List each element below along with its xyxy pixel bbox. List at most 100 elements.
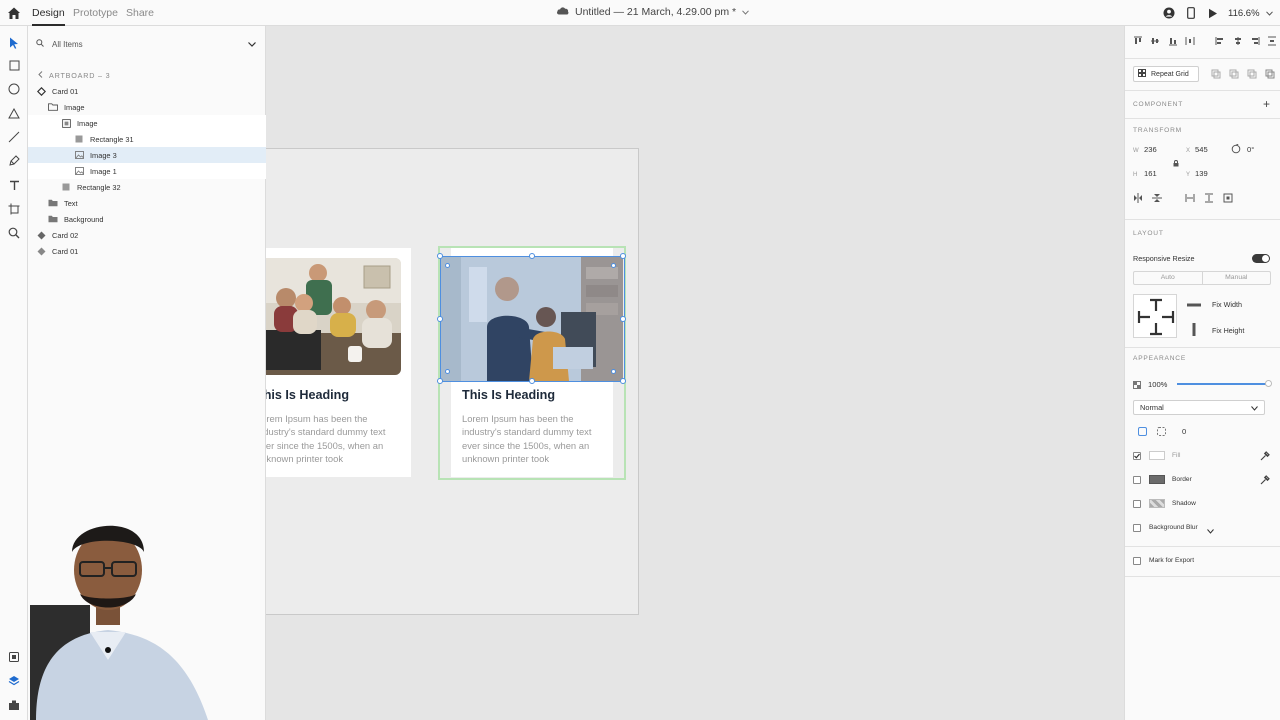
- breadcrumb[interactable]: ARTBOARD – 3: [38, 71, 110, 80]
- fix-height-label[interactable]: Fix Height: [1212, 326, 1244, 335]
- card-2-heading[interactable]: This Is Heading: [462, 388, 555, 402]
- card-1-heading[interactable]: This Is Heading: [266, 388, 349, 402]
- corner-radius-handle[interactable]: [611, 369, 616, 374]
- single-radius-icon[interactable]: [1138, 427, 1147, 439]
- resize-handle[interactable]: [529, 253, 535, 259]
- layer-item[interactable]: Image 1: [28, 163, 266, 179]
- boolean-exclude-icon[interactable]: [1265, 69, 1275, 79]
- corner-radius-handle[interactable]: [445, 369, 450, 374]
- chevron-left-icon[interactable]: [38, 71, 43, 80]
- plugins-icon[interactable]: [6, 697, 22, 713]
- card-1[interactable]: This Is Heading Lorem Ipsum has been the…: [266, 248, 411, 477]
- align-right-icon[interactable]: [1250, 36, 1260, 48]
- resize-auto-option[interactable]: Auto: [1134, 272, 1203, 284]
- opacity-slider[interactable]: [1177, 380, 1272, 387]
- text-tool-icon[interactable]: [6, 177, 22, 193]
- card-2-body[interactable]: Lorem Ipsum has been the industry's stan…: [462, 412, 610, 466]
- polygon-tool-icon[interactable]: [6, 105, 22, 121]
- fit-width-icon[interactable]: [1185, 193, 1195, 203]
- width-input[interactable]: 236: [1144, 145, 1157, 154]
- layers-icon[interactable]: [6, 673, 22, 689]
- chevron-down-icon[interactable]: [742, 6, 749, 18]
- layer-item-selected[interactable]: Image 3: [28, 147, 266, 163]
- layer-item[interactable]: Rectangle 31: [28, 131, 266, 147]
- layer-item[interactable]: Image: [28, 115, 266, 131]
- background-blur-checkbox[interactable]: [1133, 524, 1141, 532]
- resize-manual-option[interactable]: Manual: [1203, 272, 1271, 284]
- play-icon[interactable]: [1202, 0, 1224, 26]
- align-middle-icon[interactable]: [1150, 36, 1160, 48]
- boolean-subtract-icon[interactable]: [1229, 69, 1239, 79]
- fix-height-icon[interactable]: [1192, 323, 1196, 339]
- resize-handle[interactable]: [620, 253, 626, 259]
- layer-item[interactable]: Card 02: [28, 227, 266, 243]
- eyedropper-icon[interactable]: [1260, 475, 1270, 485]
- shadow-checkbox[interactable]: [1133, 500, 1141, 508]
- fill-checkbox[interactable]: [1133, 452, 1141, 460]
- corner-radius-handle[interactable]: [445, 263, 450, 268]
- zoom-tool-icon[interactable]: [6, 225, 22, 241]
- corner-radius-input[interactable]: 0: [1182, 427, 1186, 436]
- fix-width-icon[interactable]: [1187, 299, 1201, 311]
- corner-radius-handle[interactable]: [611, 263, 616, 268]
- border-checkbox[interactable]: [1133, 476, 1141, 484]
- fit-both-icon[interactable]: [1223, 193, 1233, 203]
- resize-handle[interactable]: [529, 378, 535, 384]
- tab-share[interactable]: Share: [126, 7, 154, 19]
- layer-item[interactable]: Background: [28, 211, 266, 227]
- layer-item[interactable]: Text: [28, 195, 266, 211]
- home-icon[interactable]: [6, 5, 22, 21]
- boolean-add-icon[interactable]: [1211, 69, 1221, 79]
- fill-color-swatch[interactable]: [1149, 451, 1165, 460]
- resize-handle[interactable]: [620, 316, 626, 322]
- fix-width-label[interactable]: Fix Width: [1212, 300, 1242, 309]
- select-tool-icon[interactable]: [6, 35, 22, 51]
- y-input[interactable]: 139: [1195, 169, 1208, 178]
- layer-item[interactable]: Card 01: [28, 243, 266, 259]
- zoom-level[interactable]: 116.6%: [1228, 8, 1276, 19]
- height-input[interactable]: 161: [1144, 169, 1157, 178]
- card-1-image[interactable]: [266, 258, 401, 375]
- constraints-widget[interactable]: [1133, 294, 1177, 338]
- opacity-value[interactable]: 100%: [1148, 380, 1167, 389]
- device-preview-icon[interactable]: [1180, 0, 1202, 26]
- rectangle-tool-icon[interactable]: [6, 57, 22, 73]
- resize-handle[interactable]: [437, 253, 443, 259]
- add-component-icon[interactable]: +: [1263, 97, 1270, 111]
- selection-frame[interactable]: [440, 256, 625, 382]
- assets-icon[interactable]: [6, 649, 22, 665]
- distribute-vertical-icon[interactable]: [1267, 36, 1277, 48]
- border-color-swatch[interactable]: [1149, 475, 1165, 484]
- layer-item[interactable]: Card 01: [28, 83, 266, 99]
- ellipse-tool-icon[interactable]: [6, 81, 22, 97]
- align-bottom-icon[interactable]: [1168, 36, 1178, 48]
- tab-prototype[interactable]: Prototype: [73, 7, 118, 19]
- resize-handle[interactable]: [620, 378, 626, 384]
- responsive-resize-toggle[interactable]: [1252, 254, 1270, 263]
- rotation-input[interactable]: 0°: [1247, 145, 1254, 154]
- chevron-down-icon[interactable]: [1207, 525, 1214, 537]
- document-title[interactable]: Untitled — 21 March, 4.29.00 pm *: [556, 6, 749, 18]
- opacity-slider-thumb[interactable]: [1265, 380, 1272, 387]
- blend-mode-select[interactable]: Normal: [1133, 400, 1265, 415]
- align-top-icon[interactable]: [1133, 36, 1143, 48]
- x-input[interactable]: 545: [1195, 145, 1208, 154]
- design-canvas[interactable]: This Is Heading Lorem Ipsum has been the…: [266, 26, 1124, 720]
- layer-item[interactable]: Rectangle 32: [28, 179, 266, 195]
- line-tool-icon[interactable]: [6, 129, 22, 145]
- chevron-down-icon[interactable]: [248, 38, 256, 50]
- layer-item[interactable]: Image: [28, 99, 266, 115]
- per-corner-radius-icon[interactable]: [1157, 427, 1166, 439]
- artboard-tool-icon[interactable]: [6, 201, 22, 217]
- share-user-icon[interactable]: [1158, 0, 1180, 26]
- fit-height-icon[interactable]: [1204, 193, 1214, 203]
- align-center-icon[interactable]: [1233, 36, 1243, 48]
- align-left-icon[interactable]: [1215, 36, 1225, 48]
- eyedropper-icon[interactable]: [1260, 451, 1270, 461]
- tab-design[interactable]: Design: [32, 7, 65, 26]
- boolean-intersect-icon[interactable]: [1247, 69, 1257, 79]
- card-1-body[interactable]: Lorem Ipsum has been the industry's stan…: [266, 412, 406, 466]
- flip-horizontal-icon[interactable]: [1133, 193, 1143, 203]
- resize-handle[interactable]: [437, 316, 443, 322]
- shadow-swatch[interactable]: [1149, 499, 1165, 508]
